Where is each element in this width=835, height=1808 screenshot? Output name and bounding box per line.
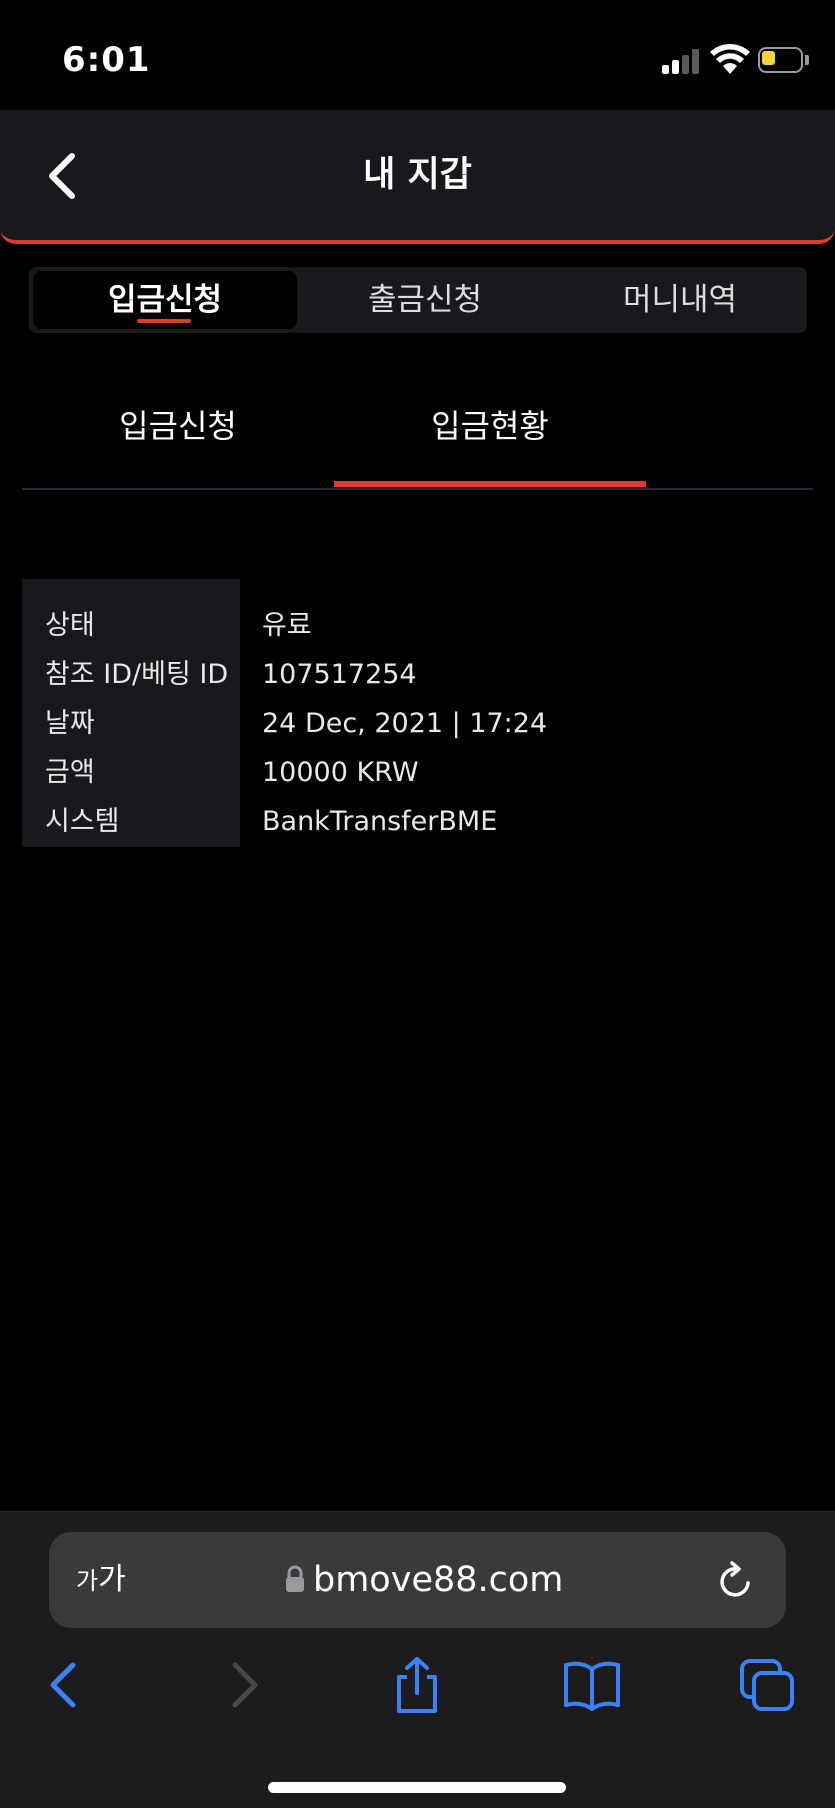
subtab-deposit-status[interactable]: 입금현황 [334,385,646,487]
detail-value: 10000 KRW [262,757,419,788]
status-bar: 6:01 [0,0,835,110]
cellular-signal-icon [662,48,702,74]
detail-value: BankTransferBME [262,806,498,837]
battery-icon [758,47,809,73]
detail-value: 24 Dec, 2021 | 17:24 [262,708,548,739]
bookmarks-icon[interactable] [562,1655,622,1715]
detail-row-reference-id: 참조 ID/베팅 ID 107517254 [22,650,813,699]
url-text[interactable]: bmove88.com [313,1532,563,1628]
detail-label: 시스템 [45,806,120,837]
home-indicator [268,1782,566,1793]
share-icon[interactable] [387,1655,447,1715]
status-time: 6:01 [62,40,151,80]
detail-value: 107517254 [262,659,417,690]
detail-label: 참조 ID/베팅 ID [45,659,229,690]
detail-row-date: 날짜 24 Dec, 2021 | 17:24 [22,699,813,748]
active-tab-underline [137,319,191,323]
lock-icon [286,1565,304,1592]
browser-back-button[interactable] [35,1655,95,1715]
detail-label: 상태 [45,610,95,641]
wifi-icon [710,44,750,74]
address-bar[interactable]: 가가 bmove88.com [49,1532,786,1628]
tab-deposit-request[interactable]: 입금신청 [33,271,297,329]
deposit-subtabs: 입금신청 입금현황 [22,385,813,490]
app-header: 내 지갑 [0,110,835,244]
tab-label: 머니내역 [622,282,738,318]
reload-icon[interactable] [716,1559,756,1601]
tabs-icon[interactable] [738,1655,798,1715]
detail-label: 금액 [45,757,95,788]
screen: 6:01 내 지갑 입금신청 출금신청 머니내역 입금신청 입금현황 상태 유료… [0,0,835,1808]
browser-forward-button[interactable] [213,1655,273,1715]
detail-value: 유료 [262,610,312,641]
page-title: 내 지갑 [363,155,472,195]
tab-withdraw-request[interactable]: 출금신청 [297,267,553,333]
tab-money-history[interactable]: 머니내역 [553,267,807,333]
tab-label: 입금신청 [107,282,223,318]
detail-row-system: 시스템 BankTransferBME [22,797,813,846]
detail-row-status: 상태 유료 [22,601,813,650]
wallet-tabs: 입금신청 출금신청 머니내역 [29,267,807,333]
subtab-deposit-request[interactable]: 입금신청 [22,385,334,487]
aa-small: 가 [76,1567,99,1595]
detail-label: 날짜 [45,708,95,739]
tab-label: 출금신청 [367,282,483,318]
browser-toolbar: 가가 bmove88.com [0,1511,835,1808]
aa-large: 가 [98,1562,126,1597]
subtab-active-indicator [334,481,646,487]
detail-row-amount: 금액 10000 KRW [22,748,813,797]
text-size-button[interactable]: 가가 [76,1532,126,1629]
